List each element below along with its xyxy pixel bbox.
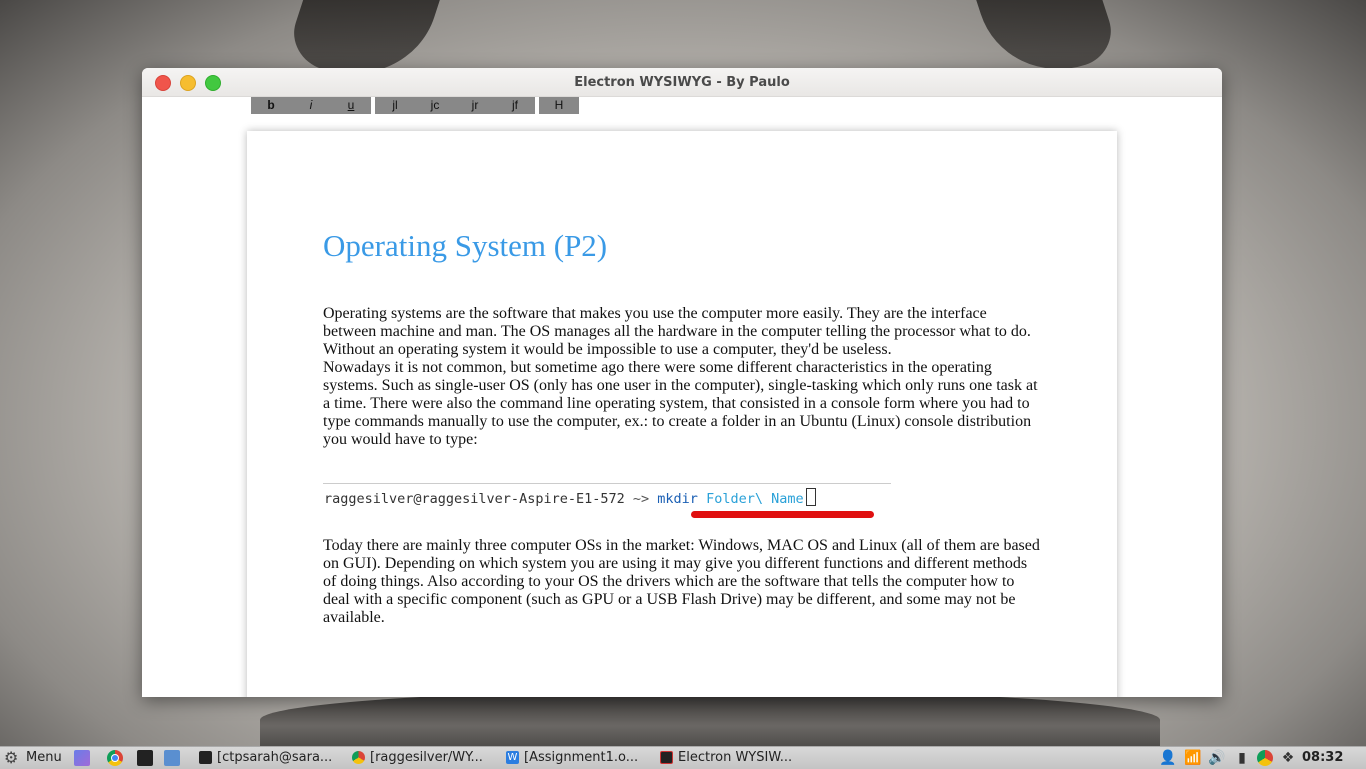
justify-full-button[interactable]: jf (495, 97, 535, 114)
justify-group: jl jc jr jf (375, 97, 535, 114)
justify-left-button[interactable]: jl (375, 97, 415, 114)
italic-button[interactable]: i (291, 97, 331, 114)
console-screenshot: raggesilver@raggesilver-Aspire-E1-572 ~>… (323, 483, 891, 512)
wallpaper-cat-fur (260, 690, 1160, 750)
task-label: Electron WYSIW... (678, 750, 793, 765)
window-title: Electron WYSIWYG - By Paulo (574, 75, 790, 90)
heading-group: H (539, 97, 579, 114)
show-desktop-icon[interactable] (74, 750, 90, 766)
console-cursor (805, 488, 816, 506)
chrome-icon (352, 751, 365, 764)
underline-button[interactable]: u (331, 97, 371, 114)
paragraph-3[interactable]: Today there are mainly three computer OS… (323, 537, 1043, 627)
task-label: [raggesilver/WY... (370, 750, 483, 765)
electron-icon (660, 751, 673, 764)
red-underline-annotation (691, 511, 874, 518)
dropbox-icon[interactable]: ❖ (1280, 750, 1296, 766)
console-line: raggesilver@raggesilver-Aspire-E1-572 ~>… (324, 488, 816, 507)
terminal-icon (199, 751, 212, 764)
app-content: b i u jl jc jr jf H Operating System (P2… (142, 97, 1222, 697)
gear-icon[interactable]: ⚙ (4, 749, 18, 767)
files-launcher-icon[interactable] (164, 750, 180, 766)
chrome-tray-icon[interactable] (1257, 750, 1273, 766)
text-style-group: b i u (251, 97, 371, 114)
writer-icon: W (506, 751, 519, 764)
chrome-launcher-icon[interactable] (107, 750, 123, 766)
battery-icon[interactable]: ▮ (1234, 750, 1250, 766)
console-command: mkdir (657, 491, 698, 507)
app-window: Electron WYSIWYG - By Paulo b i u jl jc … (142, 68, 1222, 697)
volume-icon[interactable]: 🔊 (1208, 750, 1225, 766)
user-icon[interactable]: 👤 (1159, 750, 1176, 766)
format-toolbar: b i u jl jc jr jf H (251, 97, 583, 114)
justify-right-button[interactable]: jr (455, 97, 495, 114)
menu-button[interactable]: Menu (26, 747, 62, 769)
console-prompt: raggesilver@raggesilver-Aspire-E1-572 (324, 491, 625, 507)
task-label: [Assignment1.o... (524, 750, 639, 765)
document-title[interactable]: Operating System (P2) (323, 228, 607, 264)
bold-button[interactable]: b (251, 97, 291, 114)
paragraph-2[interactable]: Nowadays it is not common, but sometime … (323, 359, 1043, 449)
window-titlebar[interactable]: Electron WYSIWYG - By Paulo (142, 68, 1222, 97)
task-label: [ctpsarah@sara... (217, 750, 333, 765)
clock[interactable]: 08:32 (1302, 747, 1343, 769)
wifi-icon[interactable]: 📶 (1184, 750, 1201, 766)
justify-center-button[interactable]: jc (415, 97, 455, 114)
console-arrow: ~> (632, 491, 650, 507)
document-editor[interactable]: Operating System (P2) Operating systems … (247, 131, 1117, 697)
heading-button[interactable]: H (539, 97, 579, 114)
paragraph-1[interactable]: Operating systems are the software that … (323, 305, 1043, 359)
console-arguments: Folder\ Name (706, 491, 804, 507)
terminal-launcher-icon[interactable] (137, 750, 153, 766)
taskbar: ⚙ Menu [ctpsarah@sara... [raggesilver/WY… (0, 746, 1366, 769)
